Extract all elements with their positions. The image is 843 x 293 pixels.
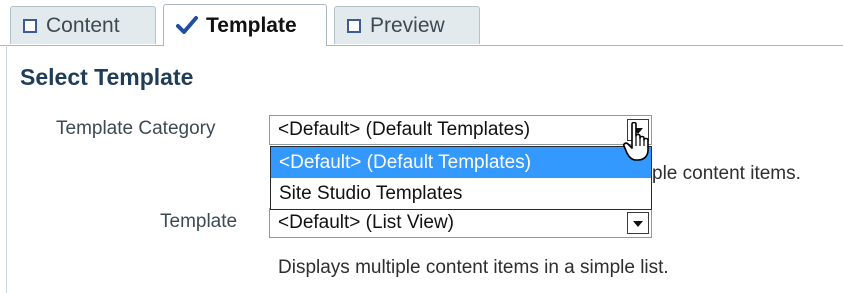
checkbox-icon (23, 18, 37, 33)
tab-preview-label: Preview (370, 13, 445, 37)
section-title: Select Template (20, 64, 194, 90)
tab-template[interactable]: Template (163, 4, 327, 46)
tab-template-label: Template (206, 13, 297, 37)
template-category-label: Template Category (56, 118, 216, 139)
template-category-select[interactable]: <Default> (Default Templates) (269, 115, 652, 145)
dropdown-arrow-icon[interactable] (627, 212, 649, 234)
dropdown-option-default-templates[interactable]: <Default> (Default Templates) (271, 147, 651, 178)
template-category-description: ple content items. (652, 163, 801, 184)
template-category-value: <Default> (Default Templates) (278, 119, 531, 140)
hand-cursor-icon (623, 122, 649, 161)
panel-left-border (6, 45, 7, 293)
template-label: Template (160, 211, 238, 232)
dropdown-option-site-studio-templates[interactable]: Site Studio Templates (271, 178, 651, 209)
template-category-dropdown-list[interactable]: <Default> (Default Templates) Site Studi… (270, 146, 652, 210)
template-description: Displays multiple content items in a sim… (278, 257, 669, 278)
tab-strip: Content Template Preview (0, 0, 843, 46)
template-select[interactable]: <Default> (List View) (269, 208, 652, 238)
template-value: <Default> (List View) (278, 212, 455, 233)
tab-content-label: Content (46, 13, 120, 37)
checkbox-icon (347, 18, 361, 33)
tab-preview[interactable]: Preview (334, 6, 480, 44)
tab-divider (0, 45, 843, 46)
checkmark-icon (176, 15, 198, 34)
tab-content[interactable]: Content (10, 6, 156, 44)
